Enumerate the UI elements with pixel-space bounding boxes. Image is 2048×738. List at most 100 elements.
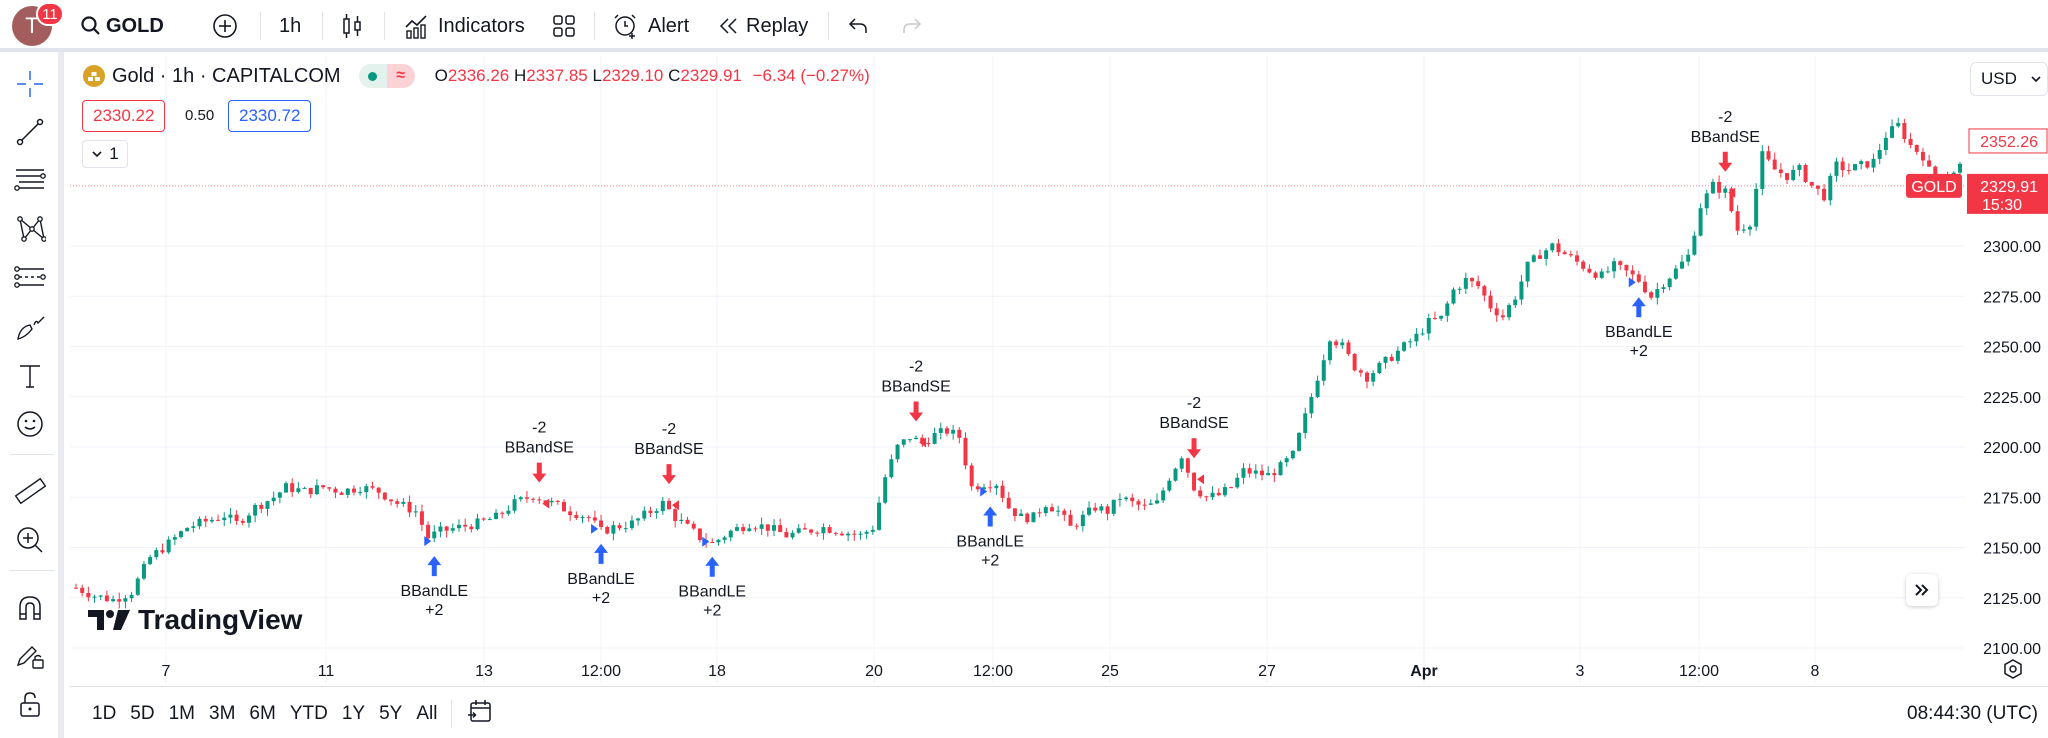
- tradingview-logo-icon: [88, 610, 130, 630]
- toolbar-divider: [10, 454, 54, 455]
- replay-button[interactable]: Replay: [718, 0, 808, 52]
- range-button-all[interactable]: All: [416, 703, 437, 725]
- range-button-1m[interactable]: 1M: [169, 703, 195, 725]
- zoom-in-tool[interactable]: [12, 522, 48, 558]
- double-chevron-right-icon: [1915, 584, 1929, 596]
- candle-body: [1426, 318, 1431, 334]
- measure-tool[interactable]: [12, 474, 48, 510]
- utc-clock[interactable]: 08:44:30 (UTC): [1907, 703, 2038, 725]
- magnet-tool[interactable]: [12, 590, 48, 626]
- candle-body: [1667, 278, 1672, 288]
- long-arrow-up: [983, 506, 998, 527]
- signal-qty: +2: [425, 602, 443, 619]
- time-axis[interactable]: 7 11 13 12:00 18 20 12:00 25 27 Apr 3 12:00 8: [70, 663, 2048, 684]
- candle-body: [1568, 254, 1573, 256]
- lock-drawings-tool[interactable]: [12, 638, 48, 674]
- candle-body: [1890, 126, 1895, 138]
- emoji-tool[interactable]: [12, 406, 48, 442]
- candle-body: [988, 487, 993, 489]
- buy-price-button[interactable]: 2330.72: [228, 100, 312, 132]
- chart-settings-button[interactable]: [2000, 656, 2026, 682]
- candle-body: [1636, 274, 1641, 282]
- range-button-1d[interactable]: 1D: [92, 703, 116, 725]
- market-status[interactable]: ≈: [358, 64, 415, 88]
- date-range-group: 1D 5D 1M 3M 6M YTD 1Y 5Y All: [92, 703, 451, 725]
- symbol-search-button[interactable]: GOLD: [80, 0, 164, 52]
- low-value: 2329.10: [601, 66, 664, 85]
- range-button-1y[interactable]: 1Y: [342, 703, 365, 725]
- candle-body: [1136, 501, 1141, 505]
- compare-symbol-button[interactable]: [212, 0, 238, 52]
- symbol-title[interactable]: Gold · 1h · CAPITALCOM: [112, 65, 341, 88]
- candle-body: [673, 509, 678, 521]
- candle-body: [172, 537, 177, 540]
- candle-body: [92, 596, 97, 598]
- toolbar-divider: [384, 12, 385, 40]
- candle-body: [629, 520, 634, 529]
- pattern-tool[interactable]: [12, 212, 48, 248]
- candle-body: [1105, 506, 1110, 514]
- candle-body: [1704, 193, 1709, 209]
- candle-body: [994, 485, 999, 489]
- candle-body: [716, 539, 721, 543]
- candle-body: [1927, 160, 1932, 167]
- candle-body: [1253, 470, 1258, 474]
- candle-body: [228, 514, 233, 518]
- candle-body: [741, 527, 746, 532]
- scroll-to-realtime-button[interactable]: [1906, 574, 1938, 606]
- candle-body: [1278, 462, 1283, 476]
- chart-type-button[interactable]: [340, 0, 364, 52]
- candle-body: [1179, 458, 1184, 469]
- undo-icon: [848, 18, 867, 33]
- range-button-3m[interactable]: 3M: [209, 703, 235, 725]
- candle-body: [1309, 397, 1314, 414]
- range-button-5y[interactable]: 5Y: [379, 703, 402, 725]
- trend-line-tool[interactable]: [12, 114, 48, 150]
- range-button-5d[interactable]: 5D: [130, 703, 154, 725]
- redo-button[interactable]: [900, 0, 922, 52]
- magnet-icon: [19, 596, 41, 620]
- text-tool[interactable]: [12, 358, 48, 394]
- undo-button[interactable]: [848, 0, 870, 52]
- indicator-collapse-button[interactable]: 1: [82, 140, 128, 168]
- price-chart[interactable]: BBandLE +2 BBandSE -2 BBandLE +2 BBandSE -2 BBan…: [70, 56, 2048, 684]
- candle-body: [487, 519, 492, 521]
- candle-body: [1476, 281, 1481, 287]
- candle-body: [531, 498, 536, 500]
- candle-body: [1859, 161, 1864, 165]
- candle-body: [772, 525, 777, 531]
- crosshair-tool[interactable]: [12, 66, 48, 102]
- candle-body: [722, 537, 727, 540]
- fib-tool[interactable]: [12, 162, 48, 198]
- forecast-tool[interactable]: [12, 260, 48, 296]
- candle-body: [1192, 472, 1197, 491]
- candle-body: [1247, 468, 1252, 474]
- interval-button[interactable]: 1h: [279, 0, 301, 52]
- candle-body: [1259, 470, 1264, 476]
- candle-body: [314, 485, 319, 495]
- alert-button[interactable]: Alert: [612, 0, 689, 52]
- currency-selector[interactable]: USD: [1970, 62, 2048, 96]
- goto-date-button[interactable]: [466, 697, 494, 731]
- lock-all-tool[interactable]: [12, 686, 48, 722]
- time-tick-label: 12:00: [973, 663, 1013, 680]
- range-button-6m[interactable]: 6M: [249, 703, 275, 725]
- indicators-button[interactable]: Indicators: [404, 0, 525, 52]
- candle-body: [1519, 281, 1524, 300]
- signal-qty: +2: [703, 603, 721, 620]
- candle-body: [1525, 261, 1530, 282]
- candle-body: [444, 526, 449, 531]
- candle-body: [839, 533, 844, 536]
- time-tick-label: 13: [475, 663, 493, 680]
- brush-tool[interactable]: [12, 310, 48, 346]
- gear-icon: [2004, 659, 2022, 679]
- candle-body: [1099, 506, 1104, 511]
- sell-price-button[interactable]: 2330.22: [82, 100, 166, 132]
- signal-label: BBandLE: [678, 584, 746, 601]
- range-button-ytd[interactable]: YTD: [290, 703, 328, 725]
- candle-body: [333, 488, 338, 493]
- candle-body: [1056, 510, 1061, 512]
- candle-body: [660, 500, 665, 512]
- candle-body: [1803, 164, 1808, 182]
- layouts-button[interactable]: [552, 0, 576, 52]
